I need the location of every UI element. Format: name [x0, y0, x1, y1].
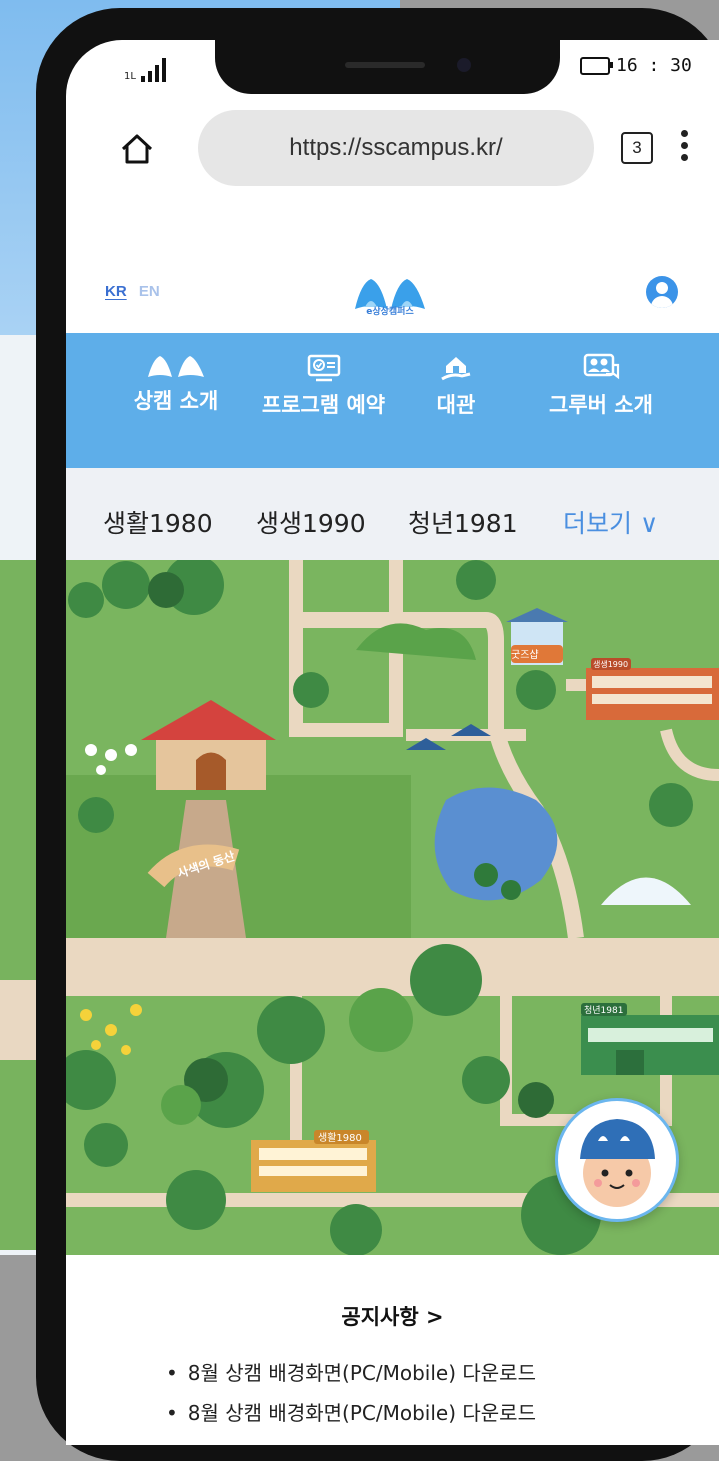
- map-label-1981: 청년1981: [584, 1005, 623, 1016]
- more-menu-icon[interactable]: [680, 130, 690, 164]
- notice-item[interactable]: 8월 상캠 배경화면(PC/Mobile) 다운로드: [166, 1397, 536, 1426]
- logo-icon: [148, 356, 204, 377]
- battery-icon: [580, 56, 613, 75]
- url-bar[interactable]: https://sscampus.kr/: [198, 110, 594, 186]
- nav-item-label: 그루버 소개: [549, 393, 653, 417]
- nav-item-about[interactable]: 상캠 소개: [116, 353, 236, 415]
- status-right: 16 : 30: [580, 55, 692, 76]
- notice-section: 공지사항 > 8월 상캠 배경화면(PC/Mobile) 다운로드 8월 상캠 …: [66, 1255, 719, 1445]
- status-time: 16 : 30: [616, 55, 692, 76]
- nav-item-label: 대관: [436, 393, 476, 417]
- nav-item-label: 상캠 소개: [133, 389, 219, 413]
- lang-kr-link[interactable]: KR: [105, 283, 127, 300]
- nav-item-program[interactable]: 프로그램 예약: [246, 353, 401, 419]
- nav-item-label: 프로그램 예약: [261, 393, 386, 417]
- building-main: [141, 700, 276, 790]
- monitor-check-icon: [307, 354, 340, 382]
- map-label-goods: 굿즈샵: [511, 649, 539, 661]
- nav-item-grouper[interactable]: 그루버 소개: [526, 353, 676, 419]
- language-switch: KR EN: [105, 283, 160, 300]
- building-1981: [581, 1015, 719, 1075]
- nav-item-rental[interactable]: 대관: [416, 353, 496, 419]
- site-logo-text: e상상캠퍼스: [366, 307, 414, 317]
- phone-notch: [215, 40, 560, 94]
- people-chat-icon: [583, 353, 620, 380]
- house-hand-icon: [441, 357, 471, 381]
- map-label-1980: 생활1980: [318, 1131, 362, 1144]
- mascot-icon: [580, 1119, 655, 1207]
- building-1990: [586, 668, 719, 720]
- lang-en-link[interactable]: EN: [139, 283, 160, 300]
- notice-title-link[interactable]: 공지사항 >: [66, 1301, 719, 1331]
- building-1980: [251, 1140, 376, 1192]
- subnav-more-button[interactable]: 더보기 ∨: [563, 504, 658, 540]
- signal-icon: 1L: [124, 58, 166, 82]
- map-label-1990: 생생1990: [593, 659, 628, 669]
- subnav-item-1980[interactable]: 생활1980: [103, 504, 213, 540]
- home-icon[interactable]: [119, 131, 155, 167]
- subnav-item-1990[interactable]: 생생1990: [256, 504, 366, 540]
- mascot-chat-button[interactable]: [555, 1098, 679, 1222]
- main-nav: 상캠 소개 프로그램 예약 대관 그루버 소개: [66, 333, 719, 468]
- subnav-item-1981[interactable]: 청년1981: [408, 504, 518, 540]
- notice-item[interactable]: 8월 상캠 배경화면(PC/Mobile) 다운로드: [166, 1357, 536, 1386]
- url-text: https://sscampus.kr/: [289, 134, 503, 161]
- tab-count-button[interactable]: 3: [621, 132, 653, 164]
- user-profile-icon[interactable]: [646, 276, 678, 308]
- building-subnav: 생활1980 생생1990 청년1981 더보기 ∨: [66, 468, 719, 570]
